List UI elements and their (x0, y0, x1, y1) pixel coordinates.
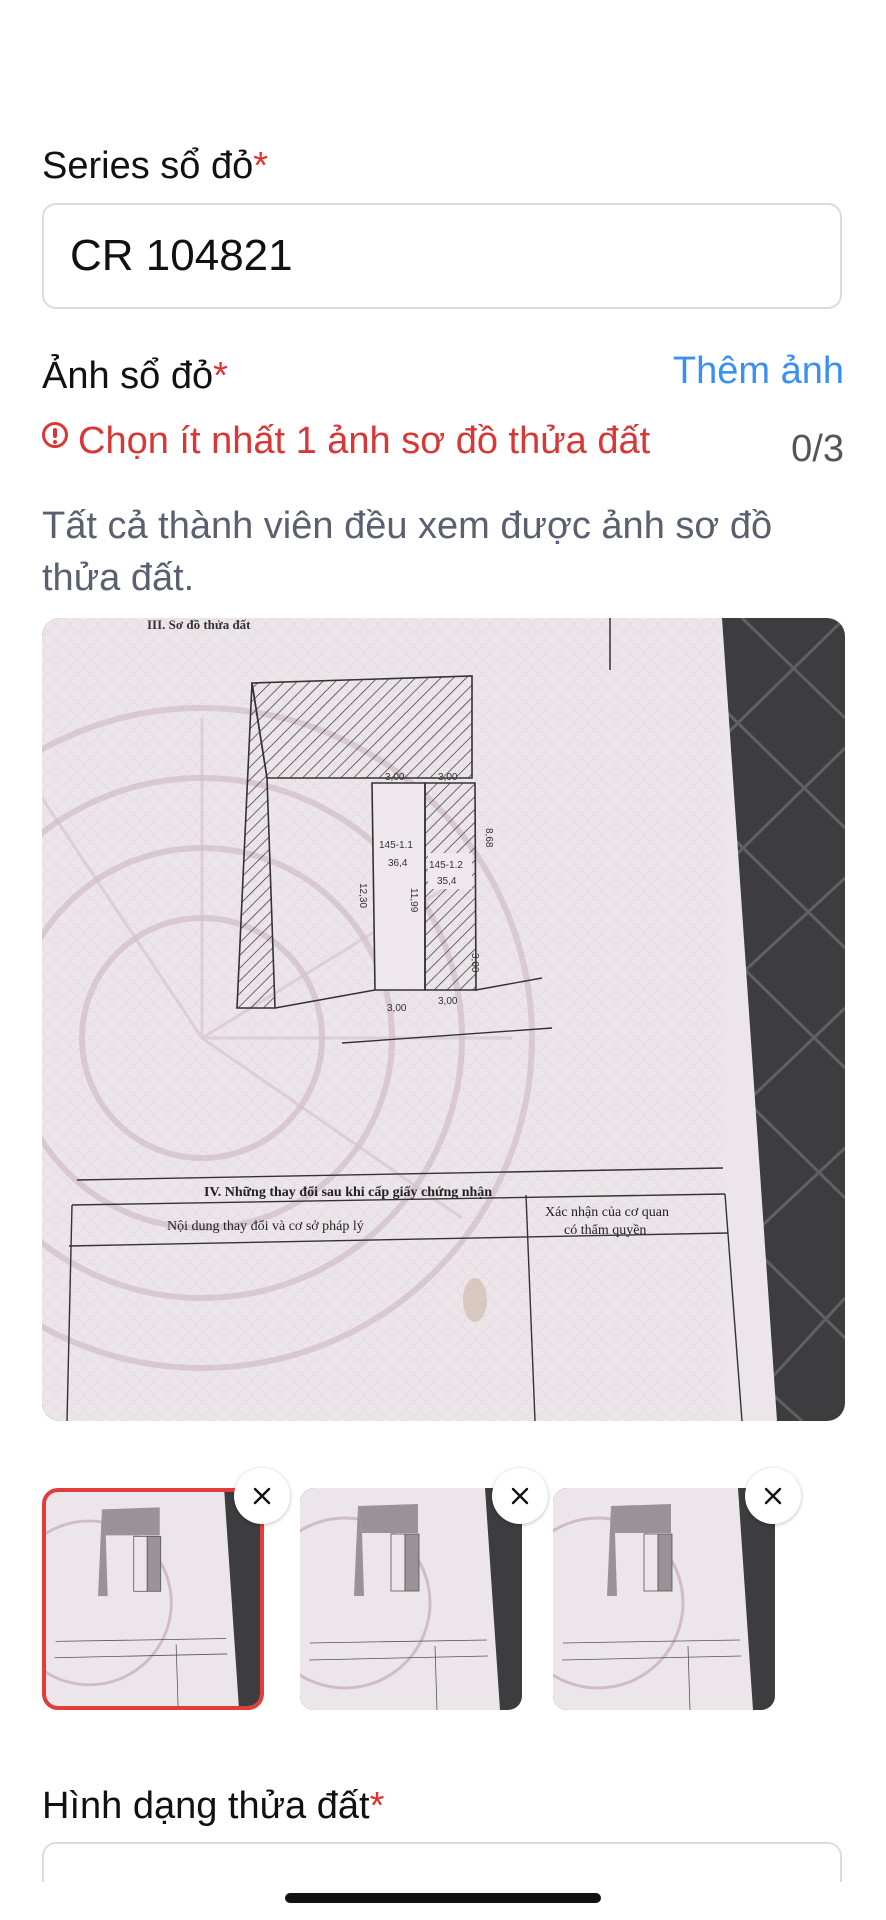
lot-a-area: 36,4 (388, 858, 408, 869)
dim-mid: 11,99 (408, 888, 419, 913)
close-icon (511, 1487, 529, 1505)
lot-b-label: 145-1.2 (429, 860, 463, 871)
dim-small: 3,00 (469, 953, 480, 973)
shape-label: Hình dạng thửa đất* (42, 1785, 384, 1828)
photos-label: Ảnh sổ đỏ* (42, 355, 228, 398)
remove-photo-button[interactable] (492, 1468, 548, 1524)
thumbnail-image[interactable] (42, 1488, 264, 1710)
photos-hint: Tất cả thành viên đều xem được ảnh sơ đồ… (42, 505, 773, 599)
section-heading: III. Sơ đồ thửa đất (147, 618, 251, 632)
series-input[interactable]: CR 104821 (42, 203, 842, 309)
main-photo-preview[interactable]: III. Sơ đồ thửa đất 145-1.1 36,4 145-1.2… (42, 618, 845, 1421)
thumbnail-image[interactable] (300, 1488, 522, 1710)
series-input-value: CR 104821 (70, 231, 293, 280)
photo-thumbnail-3[interactable] (553, 1468, 801, 1710)
land-plot-photo: III. Sơ đồ thửa đất 145-1.1 36,4 145-1.2… (42, 618, 845, 1421)
table-col2-line1: Xác nhận của cơ quan (545, 1205, 669, 1220)
table-title: IV. Những thay đổi sau khi cấp giấy chứn… (204, 1185, 492, 1200)
photos-error-text: Chọn ít nhất 1 ảnh sơ đồ thửa đất (78, 420, 651, 462)
home-indicator[interactable] (285, 1893, 601, 1903)
dim-top-b: 3,00 (438, 772, 458, 783)
alert-circle-icon (42, 421, 68, 448)
shape-input[interactable] (42, 1842, 842, 1882)
photo-counter: 0/3 (791, 428, 844, 470)
thumbnail-svg (300, 1488, 522, 1710)
photos-label-text: Ảnh sổ đỏ (42, 355, 214, 397)
shape-label-text: Hình dạng thửa đất (42, 1785, 370, 1827)
lot-a-label: 145-1.1 (379, 840, 413, 851)
series-label-text: Series sổ đỏ (42, 145, 254, 187)
required-mark: * (213, 355, 228, 397)
dim-right: 8,68 (483, 828, 494, 848)
close-icon (253, 1487, 271, 1505)
photos-error: Chọn ít nhất 1 ảnh sơ đồ thửa đất (42, 420, 650, 463)
table-col1: Nội dung thay đổi và cơ sở pháp lý (167, 1219, 364, 1234)
photo-thumbnail-2[interactable] (300, 1468, 548, 1710)
close-icon (764, 1487, 782, 1505)
thumbnail-svg (46, 1492, 260, 1706)
required-mark: * (369, 1785, 385, 1827)
photo-thumbnail-1[interactable] (42, 1468, 290, 1710)
table-col2-line2: có thẩm quyền (564, 1223, 646, 1238)
dim-top-a: 3,00 (385, 772, 405, 783)
dim-bottom-b: 3,00 (438, 996, 458, 1007)
thumbnail-svg (553, 1488, 775, 1710)
remove-photo-button[interactable] (234, 1468, 290, 1524)
series-label: Series sổ đỏ* (42, 145, 268, 188)
thumbnail-image[interactable] (553, 1488, 775, 1710)
dim-left: 12,30 (357, 883, 368, 908)
required-mark: * (253, 145, 269, 187)
dim-bottom-a: 3,00 (387, 1003, 407, 1014)
add-photo-link[interactable]: Thêm ảnh (673, 350, 844, 393)
remove-photo-button[interactable] (745, 1468, 801, 1524)
lot-b-area: 35,4 (437, 876, 457, 887)
